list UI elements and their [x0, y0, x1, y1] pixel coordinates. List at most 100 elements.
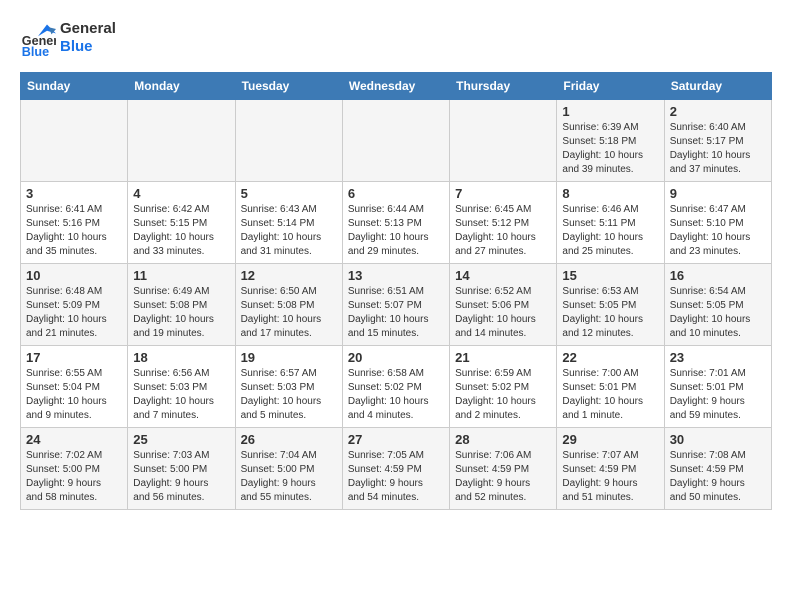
week-row-5: 24 Sunrise: 7:02 AM Sunset: 5:00 PM Dayli…	[21, 428, 772, 510]
day-number: 18	[133, 350, 229, 365]
calendar-cell: 12Sunrise: 6:50 AM Sunset: 5:08 PM Dayli…	[235, 264, 342, 346]
calendar-cell: 27 Sunrise: 7:05 AM Sunset: 4:59 PM Dayli…	[342, 428, 449, 510]
calendar-cell: 29Sunrise: 7:07 AM Sunset: 4:59 PM Dayli…	[557, 428, 664, 510]
day-info: Sunrise: 7:04 AM Sunset: 5:00 PM Dayligh…	[241, 449, 337, 505]
day-number: 28	[455, 432, 551, 447]
weekday-header-saturday: Saturday	[664, 73, 771, 100]
day-number: 1	[562, 104, 658, 119]
day-number: 19	[241, 350, 337, 365]
day-number: 20	[348, 350, 444, 365]
calendar-cell: 20 Sunrise: 6:58 AM Sunset: 5:02 PM Dayli…	[342, 346, 449, 428]
day-number: 17	[26, 350, 122, 365]
day-info: Sunrise: 6:43 AM Sunset: 5:14 PM Dayligh…	[241, 203, 337, 259]
day-info: Sunrise: 6:47 AM Sunset: 5:10 PM Dayligh…	[670, 203, 766, 259]
calendar-cell: 4 Sunrise: 6:42 AM Sunset: 5:15 PM Daylig…	[128, 182, 235, 264]
calendar-cell: 30Sunrise: 7:08 AM Sunset: 4:59 PM Dayli…	[664, 428, 771, 510]
weekday-header-monday: Monday	[128, 73, 235, 100]
day-info: Sunrise: 6:39 AM Sunset: 5:18 PM Dayligh…	[562, 121, 658, 177]
day-number: 22	[562, 350, 658, 365]
calendar-cell	[21, 100, 128, 182]
calendar-table: SundayMondayTuesdayWednesdayThursdayFrid…	[20, 72, 772, 510]
calendar-cell: 7 Sunrise: 6:45 AM Sunset: 5:12 PM Daylig…	[450, 182, 557, 264]
weekday-header-row: SundayMondayTuesdayWednesdayThursdayFrid…	[21, 73, 772, 100]
calendar-cell: 9 Sunrise: 6:47 AM Sunset: 5:10 PM Daylig…	[664, 182, 771, 264]
day-info: Sunrise: 7:01 AM Sunset: 5:01 PM Dayligh…	[670, 367, 766, 423]
day-number: 10	[26, 268, 122, 283]
day-number: 6	[348, 186, 444, 201]
day-info: Sunrise: 7:03 AM Sunset: 5:00 PM Dayligh…	[133, 449, 229, 505]
calendar-cell: 24 Sunrise: 7:02 AM Sunset: 5:00 PM Dayli…	[21, 428, 128, 510]
calendar-cell: 22 Sunrise: 7:00 AM Sunset: 5:01 PM Dayli…	[557, 346, 664, 428]
header: General Blue General Blue	[20, 20, 772, 56]
weekday-header-friday: Friday	[557, 73, 664, 100]
day-number: 5	[241, 186, 337, 201]
calendar-cell: 10 Sunrise: 6:48 AM Sunset: 5:09 PM Dayli…	[21, 264, 128, 346]
day-number: 16	[670, 268, 766, 283]
calendar-cell: 8 Sunrise: 6:46 AM Sunset: 5:11 PM Daylig…	[557, 182, 664, 264]
day-number: 7	[455, 186, 551, 201]
calendar-cell: 1 Sunrise: 6:39 AM Sunset: 5:18 PM Daylig…	[557, 100, 664, 182]
calendar-cell: 13 Sunrise: 6:51 AM Sunset: 5:07 PM Dayli…	[342, 264, 449, 346]
day-number: 23	[670, 350, 766, 365]
calendar-cell: 23 Sunrise: 7:01 AM Sunset: 5:01 PM Dayli…	[664, 346, 771, 428]
calendar-cell	[128, 100, 235, 182]
calendar-cell: 11Sunrise: 6:49 AM Sunset: 5:08 PM Dayli…	[128, 264, 235, 346]
calendar-cell: 16 Sunrise: 6:54 AM Sunset: 5:05 PM Dayli…	[664, 264, 771, 346]
calendar-cell: 14Sunrise: 6:52 AM Sunset: 5:06 PM Dayli…	[450, 264, 557, 346]
calendar-cell: 18 Sunrise: 6:56 AM Sunset: 5:03 PM Dayli…	[128, 346, 235, 428]
day-info: Sunrise: 6:54 AM Sunset: 5:05 PM Dayligh…	[670, 285, 766, 341]
weekday-header-sunday: Sunday	[21, 73, 128, 100]
day-number: 27	[348, 432, 444, 447]
day-number: 4	[133, 186, 229, 201]
week-row-1: 1 Sunrise: 6:39 AM Sunset: 5:18 PM Daylig…	[21, 100, 772, 182]
day-info: Sunrise: 6:58 AM Sunset: 5:02 PM Dayligh…	[348, 367, 444, 423]
day-info: Sunrise: 6:59 AM Sunset: 5:02 PM Dayligh…	[455, 367, 551, 423]
day-number: 26	[241, 432, 337, 447]
calendar-cell: 5 Sunrise: 6:43 AM Sunset: 5:14 PM Daylig…	[235, 182, 342, 264]
day-number: 21	[455, 350, 551, 365]
logo-general: General	[60, 20, 116, 38]
calendar-cell: 3Sunrise: 6:41 AM Sunset: 5:16 PM Daylig…	[21, 182, 128, 264]
calendar-cell: 15 Sunrise: 6:53 AM Sunset: 5:05 PM Dayli…	[557, 264, 664, 346]
day-info: Sunrise: 7:06 AM Sunset: 4:59 PM Dayligh…	[455, 449, 551, 505]
day-number: 30	[670, 432, 766, 447]
day-number: 15	[562, 268, 658, 283]
day-number: 3	[26, 186, 122, 201]
day-number: 25	[133, 432, 229, 447]
day-number: 13	[348, 268, 444, 283]
day-info: Sunrise: 6:49 AM Sunset: 5:08 PM Dayligh…	[133, 285, 229, 341]
day-info: Sunrise: 6:56 AM Sunset: 5:03 PM Dayligh…	[133, 367, 229, 423]
day-number: 24	[26, 432, 122, 447]
week-row-2: 3Sunrise: 6:41 AM Sunset: 5:16 PM Daylig…	[21, 182, 772, 264]
weekday-header-tuesday: Tuesday	[235, 73, 342, 100]
day-info: Sunrise: 6:53 AM Sunset: 5:05 PM Dayligh…	[562, 285, 658, 341]
calendar-cell: 25 Sunrise: 7:03 AM Sunset: 5:00 PM Dayli…	[128, 428, 235, 510]
day-info: Sunrise: 7:05 AM Sunset: 4:59 PM Dayligh…	[348, 449, 444, 505]
day-info: Sunrise: 7:02 AM Sunset: 5:00 PM Dayligh…	[26, 449, 122, 505]
day-info: Sunrise: 7:00 AM Sunset: 5:01 PM Dayligh…	[562, 367, 658, 423]
svg-text:Blue: Blue	[22, 45, 49, 56]
calendar-cell: 19 Sunrise: 6:57 AM Sunset: 5:03 PM Dayli…	[235, 346, 342, 428]
calendar-cell: 17Sunrise: 6:55 AM Sunset: 5:04 PM Dayli…	[21, 346, 128, 428]
calendar-cell	[450, 100, 557, 182]
calendar-cell: 2Sunrise: 6:40 AM Sunset: 5:17 PM Daylig…	[664, 100, 771, 182]
weekday-header-thursday: Thursday	[450, 73, 557, 100]
calendar-cell: 6 Sunrise: 6:44 AM Sunset: 5:13 PM Daylig…	[342, 182, 449, 264]
day-info: Sunrise: 6:42 AM Sunset: 5:15 PM Dayligh…	[133, 203, 229, 259]
day-number: 12	[241, 268, 337, 283]
logo-icon: General Blue	[20, 20, 56, 56]
day-info: Sunrise: 6:44 AM Sunset: 5:13 PM Dayligh…	[348, 203, 444, 259]
day-number: 8	[562, 186, 658, 201]
calendar-cell: 26 Sunrise: 7:04 AM Sunset: 5:00 PM Dayli…	[235, 428, 342, 510]
day-info: Sunrise: 6:45 AM Sunset: 5:12 PM Dayligh…	[455, 203, 551, 259]
day-number: 9	[670, 186, 766, 201]
day-info: Sunrise: 6:48 AM Sunset: 5:09 PM Dayligh…	[26, 285, 122, 341]
day-info: Sunrise: 6:46 AM Sunset: 5:11 PM Dayligh…	[562, 203, 658, 259]
day-info: Sunrise: 7:07 AM Sunset: 4:59 PM Dayligh…	[562, 449, 658, 505]
calendar-cell	[235, 100, 342, 182]
week-row-3: 10 Sunrise: 6:48 AM Sunset: 5:09 PM Dayli…	[21, 264, 772, 346]
day-info: Sunrise: 6:51 AM Sunset: 5:07 PM Dayligh…	[348, 285, 444, 341]
day-info: Sunrise: 6:40 AM Sunset: 5:17 PM Dayligh…	[670, 121, 766, 177]
day-info: Sunrise: 6:57 AM Sunset: 5:03 PM Dayligh…	[241, 367, 337, 423]
calendar-cell: 21 Sunrise: 6:59 AM Sunset: 5:02 PM Dayli…	[450, 346, 557, 428]
